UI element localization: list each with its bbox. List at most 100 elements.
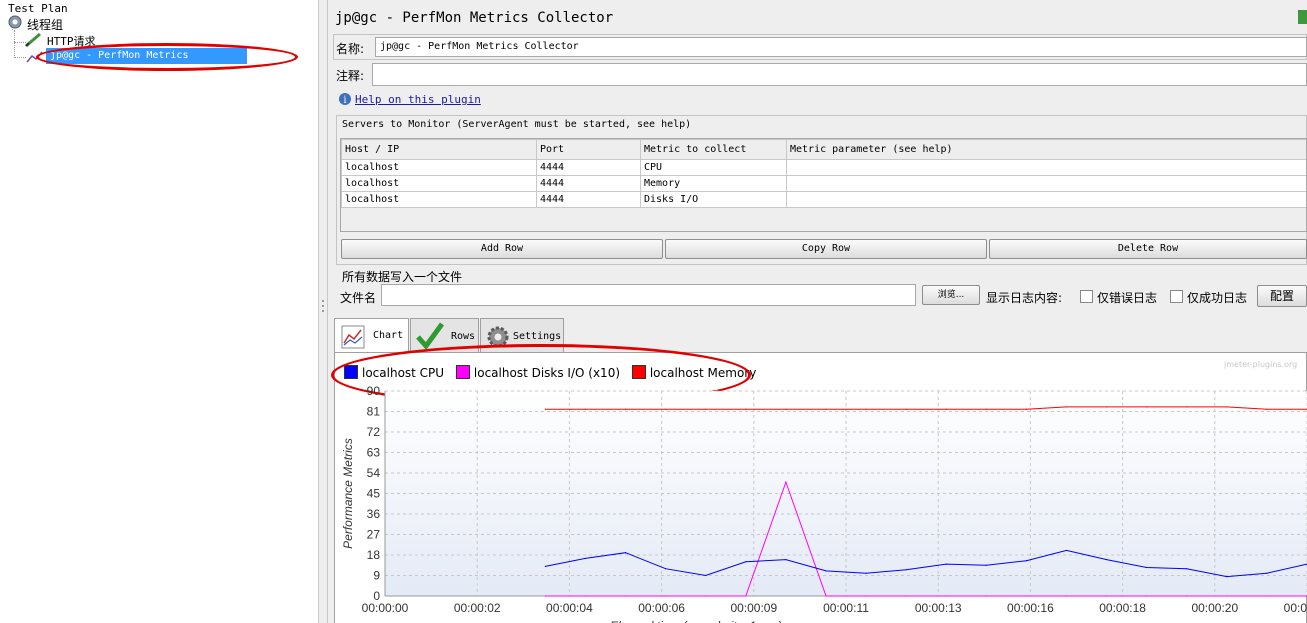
name-field[interactable]: jp@gc - PerfMon Metrics Collector xyxy=(375,37,1307,57)
x-tick-label: 00:00:18 xyxy=(1099,601,1146,615)
grip-dot xyxy=(322,310,324,312)
split-pane-divider[interactable] xyxy=(318,0,328,623)
cell-parameter[interactable] xyxy=(786,191,1306,208)
data-point xyxy=(985,408,987,410)
col-header-host[interactable]: Host / IP xyxy=(341,139,537,160)
configure-button[interactable]: 配置 xyxy=(1257,285,1307,307)
gear-icon xyxy=(8,15,22,29)
cell-metric[interactable]: Disks I/O xyxy=(640,191,787,208)
data-point xyxy=(705,595,707,597)
data-point xyxy=(1146,406,1148,408)
data-point xyxy=(905,595,907,597)
file-label: 文件名 xyxy=(340,291,377,305)
tab-settings[interactable]: Settings xyxy=(480,318,564,352)
legend-item: localhost CPU xyxy=(344,365,445,380)
cell-port[interactable]: 4444 xyxy=(536,175,641,192)
cell-host[interactable]: localhost xyxy=(341,191,537,208)
graph-icon xyxy=(26,51,43,63)
tree-http-request[interactable]: HTTP请求 xyxy=(47,33,96,49)
filename-input[interactable] xyxy=(381,284,916,306)
col-header-parameter[interactable]: Metric parameter (see help) xyxy=(786,139,1306,160)
data-point xyxy=(1105,595,1108,597)
data-point xyxy=(1105,406,1108,408)
x-tick-label: 00:00:11 xyxy=(823,601,869,615)
data-point xyxy=(705,574,707,577)
collector-config-panel: jp@gc - PerfMon Metrics Collector 名称: jp… xyxy=(328,0,1307,623)
data-point xyxy=(905,408,907,410)
data-point xyxy=(584,595,587,597)
data-point xyxy=(1065,595,1068,597)
table-row[interactable]: localhost 4444 Memory xyxy=(341,175,1306,192)
data-point xyxy=(624,552,627,554)
y-tick-label: 27 xyxy=(367,528,381,542)
data-point xyxy=(584,408,587,410)
cell-parameter[interactable] xyxy=(786,159,1306,176)
tree-thread-group[interactable]: 线程组 xyxy=(27,16,63,33)
legend-label-cpu: localhost CPU xyxy=(362,366,445,380)
data-point xyxy=(665,568,667,570)
data-point xyxy=(1186,406,1188,408)
data-point xyxy=(1065,549,1068,552)
data-point xyxy=(825,570,827,572)
help-link[interactable]: Help on this plugin xyxy=(355,93,481,106)
cell-metric[interactable]: Memory xyxy=(640,175,787,192)
expand-icon[interactable] xyxy=(1298,10,1307,24)
pencil-icon xyxy=(25,32,41,48)
legend-swatch-cpu xyxy=(344,365,358,379)
data-point xyxy=(1065,406,1068,408)
add-row-button[interactable]: Add Row xyxy=(341,239,663,259)
cell-parameter[interactable] xyxy=(786,175,1306,192)
cell-host[interactable]: localhost xyxy=(341,159,537,176)
data-point xyxy=(905,569,907,571)
data-point xyxy=(985,595,987,597)
tab-rows[interactable]: Rows xyxy=(410,318,479,352)
grip-dot xyxy=(322,300,324,302)
data-point xyxy=(624,408,627,410)
tab-chart[interactable]: Chart xyxy=(334,318,409,354)
y-tick-label: 90 xyxy=(367,384,381,398)
tree-perfmon-collector-selected[interactable]: jp@gc - PerfMon Metrics Collector xyxy=(46,48,247,77)
col-header-metric[interactable]: Metric to collect xyxy=(640,139,787,160)
cell-port[interactable]: 4444 xyxy=(536,159,641,176)
data-point xyxy=(985,564,987,566)
x-tick-label: 00:00:04 xyxy=(546,601,593,615)
success-only-checkbox[interactable] xyxy=(1170,290,1183,303)
data-point xyxy=(745,561,747,563)
cell-port[interactable]: 4444 xyxy=(536,191,641,208)
servers-title: Servers to Monitor (ServerAgent must be … xyxy=(342,119,692,130)
errors-only-checkbox[interactable] xyxy=(1080,290,1093,303)
data-point xyxy=(665,595,667,597)
data-point xyxy=(1025,560,1027,562)
col-header-port[interactable]: Port xyxy=(536,139,641,160)
errors-only-label: 仅错误日志 xyxy=(1097,291,1158,305)
data-point xyxy=(785,558,787,561)
panel-title: jp@gc - PerfMon Metrics Collector xyxy=(335,10,614,26)
data-point xyxy=(1266,408,1268,410)
cell-host[interactable]: localhost xyxy=(341,175,537,192)
x-tick-label: 00:00:09 xyxy=(730,601,777,615)
x-tick-label: 00:00:06 xyxy=(638,601,685,615)
copy-row-button[interactable]: Copy Row xyxy=(665,239,987,259)
table-row[interactable]: localhost 4444 CPU xyxy=(341,159,1306,176)
legend-label-memory: localhost Memory xyxy=(649,366,757,380)
legend-label-disks: localhost Disks I/O (x10) xyxy=(473,366,621,380)
legend-item: localhost Memory xyxy=(631,365,757,380)
data-point xyxy=(544,408,546,410)
comment-field[interactable] xyxy=(372,63,1307,86)
tree-connector xyxy=(14,30,15,58)
data-point xyxy=(1266,595,1268,597)
data-point xyxy=(1186,568,1188,570)
data-point xyxy=(945,563,947,565)
data-point xyxy=(1266,572,1268,574)
data-point xyxy=(945,408,947,410)
delete-row-button[interactable]: Delete Row xyxy=(989,239,1307,259)
y-tick-label: 63 xyxy=(367,446,381,460)
data-point xyxy=(1025,408,1027,410)
chart-icon xyxy=(341,325,365,349)
cell-metric[interactable]: CPU xyxy=(640,159,787,176)
data-point xyxy=(544,565,546,567)
y-tick-label: 54 xyxy=(367,466,381,480)
browse-button[interactable]: 浏览... xyxy=(922,285,980,305)
table-row[interactable]: localhost 4444 Disks I/O xyxy=(341,191,1306,208)
y-tick-label: 36 xyxy=(367,507,381,521)
